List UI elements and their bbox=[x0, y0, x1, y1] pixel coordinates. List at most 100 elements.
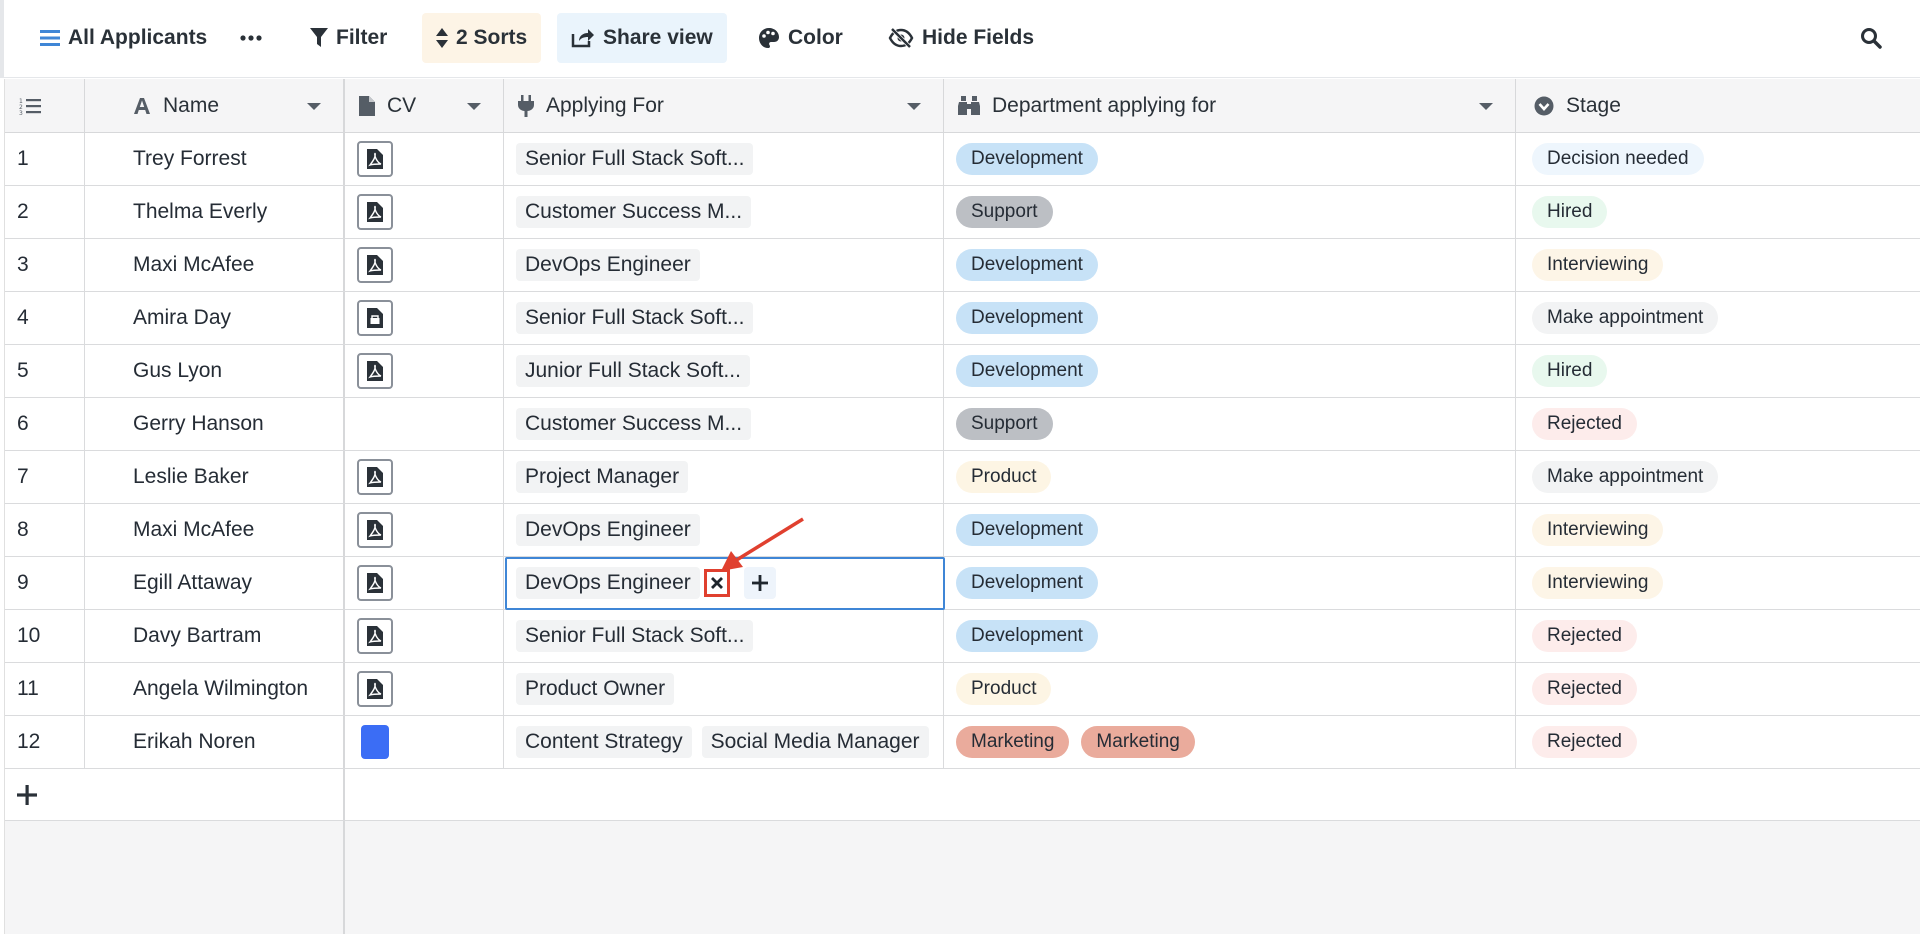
search-button[interactable] bbox=[1846, 13, 1904, 63]
applicant-name[interactable]: Davy Bartram bbox=[85, 610, 345, 662]
document-file-icon[interactable] bbox=[357, 300, 393, 336]
stage-cell[interactable]: Decision needed bbox=[1516, 133, 1920, 185]
pdf-file-icon[interactable] bbox=[357, 618, 393, 654]
stage-cell[interactable]: Hired bbox=[1516, 186, 1920, 238]
pdf-file-icon[interactable] bbox=[357, 353, 393, 389]
applicant-name[interactable]: Thelma Everly bbox=[85, 186, 345, 238]
pdf-file-icon[interactable] bbox=[357, 247, 393, 283]
column-header-department[interactable]: Department applying for bbox=[944, 79, 1516, 133]
cv-cell[interactable] bbox=[345, 292, 504, 344]
applying-for-cell[interactable]: Product Owner bbox=[504, 663, 944, 715]
cv-cell[interactable] bbox=[345, 557, 504, 609]
linked-record-chip[interactable]: Senior Full Stack Soft... bbox=[516, 620, 754, 652]
applicant-name[interactable]: Maxi McAfee bbox=[85, 504, 345, 556]
column-header-cv[interactable]: CV bbox=[345, 79, 504, 133]
department-cell[interactable]: Development bbox=[944, 292, 1516, 344]
applying-for-cell[interactable]: DevOps Engineer bbox=[504, 239, 944, 291]
department-cell[interactable]: Development bbox=[944, 345, 1516, 397]
linked-record-chip[interactable]: DevOps Engineer bbox=[516, 514, 700, 546]
cv-cell[interactable] bbox=[345, 186, 504, 238]
pdf-file-icon[interactable] bbox=[357, 194, 393, 230]
applying-for-cell[interactable]: Senior Full Stack Soft... bbox=[504, 292, 944, 344]
cv-cell[interactable] bbox=[345, 504, 504, 556]
applying-for-cell[interactable]: Senior Full Stack Soft... bbox=[504, 610, 944, 662]
department-cell[interactable]: Support bbox=[944, 186, 1516, 238]
department-cell[interactable]: Development bbox=[944, 610, 1516, 662]
pdf-file-icon[interactable] bbox=[357, 512, 393, 548]
applying-for-cell[interactable]: Customer Success M... bbox=[504, 186, 944, 238]
stage-cell[interactable]: Rejected bbox=[1516, 610, 1920, 662]
stage-cell[interactable]: Interviewing bbox=[1516, 557, 1920, 609]
filter-button[interactable]: Filter bbox=[296, 13, 401, 63]
cv-cell[interactable] bbox=[345, 133, 504, 185]
hide-fields-button[interactable]: Hide Fields bbox=[874, 13, 1048, 63]
image-thumbnail[interactable] bbox=[361, 725, 389, 759]
cv-cell[interactable] bbox=[345, 345, 504, 397]
row-number-header[interactable]: 123 bbox=[5, 79, 85, 133]
department-cell[interactable]: Product bbox=[944, 451, 1516, 503]
linked-record-chip[interactable]: Customer Success M... bbox=[516, 196, 752, 228]
column-header-applying-for[interactable]: Applying For bbox=[504, 79, 944, 133]
cv-cell[interactable] bbox=[345, 610, 504, 662]
department-cell[interactable]: Support bbox=[944, 398, 1516, 450]
color-button[interactable]: Color bbox=[744, 13, 857, 63]
column-header-name[interactable]: Name bbox=[85, 79, 345, 133]
pdf-file-icon[interactable] bbox=[357, 459, 393, 495]
linked-record-chip[interactable]: Senior Full Stack Soft... bbox=[516, 143, 754, 175]
linked-record-chip[interactable]: Social Media Manager bbox=[701, 726, 929, 758]
linked-record-chip[interactable]: Product Owner bbox=[516, 673, 675, 705]
linked-record-chip[interactable]: DevOps Engineer bbox=[516, 249, 700, 281]
department-cell[interactable]: Development bbox=[944, 504, 1516, 556]
cv-cell[interactable] bbox=[345, 663, 504, 715]
applicant-name[interactable]: Trey Forrest bbox=[85, 133, 345, 185]
stage-cell[interactable]: Rejected bbox=[1516, 398, 1920, 450]
column-menu-caret[interactable] bbox=[467, 103, 481, 110]
department-cell[interactable]: Marketing Marketing bbox=[944, 716, 1516, 768]
stage-cell[interactable]: Hired bbox=[1516, 345, 1920, 397]
pdf-file-icon[interactable] bbox=[357, 565, 393, 601]
view-options-button[interactable] bbox=[226, 13, 284, 63]
applicant-name[interactable]: Gerry Hanson bbox=[85, 398, 345, 450]
applying-for-cell[interactable]: Content Strategy Social Media Manager bbox=[504, 716, 944, 768]
linked-record-chip[interactable]: Customer Success M... bbox=[516, 408, 752, 440]
applicant-name[interactable]: Angela Wilmington bbox=[85, 663, 345, 715]
column-menu-caret[interactable] bbox=[1479, 103, 1493, 110]
applicant-name[interactable]: Erikah Noren bbox=[85, 716, 345, 768]
department-cell[interactable]: Development bbox=[944, 133, 1516, 185]
column-header-stage[interactable]: Stage bbox=[1516, 79, 1920, 133]
share-view-button[interactable]: Share view bbox=[557, 13, 727, 63]
linked-record-chip[interactable]: Project Manager bbox=[516, 461, 689, 493]
stage-cell[interactable]: Make appointment bbox=[1516, 451, 1920, 503]
linked-record-chip[interactable]: DevOps Engineer bbox=[516, 567, 700, 599]
applicant-name[interactable]: Gus Lyon bbox=[85, 345, 345, 397]
view-selector[interactable]: All Applicants bbox=[26, 13, 221, 63]
sorts-button[interactable]: 2 Sorts bbox=[422, 13, 542, 63]
applicant-name[interactable]: Amira Day bbox=[85, 292, 345, 344]
stage-cell[interactable]: Interviewing bbox=[1516, 239, 1920, 291]
column-menu-caret[interactable] bbox=[907, 103, 921, 110]
applying-for-cell[interactable]: Project Manager bbox=[504, 451, 944, 503]
stage-cell[interactable]: Rejected bbox=[1516, 716, 1920, 768]
department-cell[interactable]: Development bbox=[944, 557, 1516, 609]
linked-record-chip[interactable]: Senior Full Stack Soft... bbox=[516, 302, 754, 334]
column-menu-caret[interactable] bbox=[307, 103, 321, 110]
pdf-file-icon[interactable] bbox=[357, 141, 393, 177]
stage-cell[interactable]: Rejected bbox=[1516, 663, 1920, 715]
applicant-name[interactable]: Maxi McAfee bbox=[85, 239, 345, 291]
applying-for-cell[interactable]: Customer Success M... bbox=[504, 398, 944, 450]
applicant-name[interactable]: Leslie Baker bbox=[85, 451, 345, 503]
pdf-file-icon[interactable] bbox=[357, 671, 393, 707]
applicant-name[interactable]: Egill Attaway bbox=[85, 557, 345, 609]
linked-record-chip[interactable]: Junior Full Stack Soft... bbox=[516, 355, 750, 387]
cv-cell[interactable] bbox=[345, 716, 504, 768]
cv-cell[interactable] bbox=[345, 451, 504, 503]
department-cell[interactable]: Development bbox=[944, 239, 1516, 291]
stage-cell[interactable]: Interviewing bbox=[1516, 504, 1920, 556]
cv-cell[interactable] bbox=[345, 398, 504, 450]
applying-for-cell[interactable]: Junior Full Stack Soft... bbox=[504, 345, 944, 397]
add-record-button[interactable] bbox=[5, 769, 345, 821]
linked-record-chip[interactable]: Content Strategy bbox=[516, 726, 692, 758]
cv-cell[interactable] bbox=[345, 239, 504, 291]
applying-for-cell[interactable]: Senior Full Stack Soft... bbox=[504, 133, 944, 185]
department-cell[interactable]: Product bbox=[944, 663, 1516, 715]
